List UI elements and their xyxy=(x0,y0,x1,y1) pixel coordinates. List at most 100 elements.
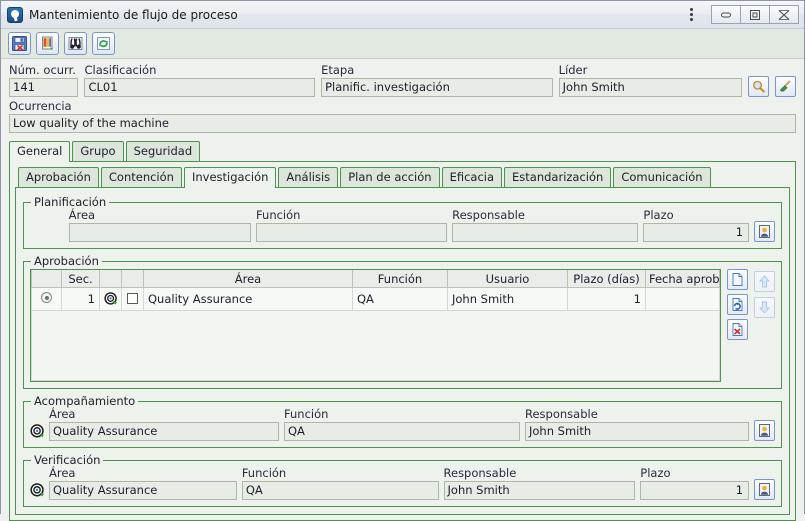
col-fecha-aprob[interactable]: Fecha aprob. xyxy=(645,270,720,288)
ocurrencia-input[interactable]: Low quality of the machine xyxy=(9,114,796,133)
clasificacion-input[interactable]: CL01 xyxy=(84,78,316,97)
row-checkbox[interactable] xyxy=(127,293,138,304)
minimize-icon xyxy=(721,12,731,17)
lider-search-button[interactable] xyxy=(747,76,769,97)
verificacion-target-icon[interactable] xyxy=(30,483,44,497)
acomp-funcion-input[interactable]: QA xyxy=(284,422,520,441)
row-area: Quality Assurance xyxy=(143,287,353,311)
num-ocurr-label: Núm. ocurr. xyxy=(9,63,76,77)
col-usuario[interactable]: Usuario xyxy=(447,270,568,288)
tab-estandarizacion[interactable]: Estandarización xyxy=(504,167,612,187)
num-ocurr-input[interactable]: 141 xyxy=(9,78,79,97)
verif-funcion-input[interactable]: QA xyxy=(241,481,439,500)
lider-input[interactable]: John Smith xyxy=(558,78,742,97)
verif-area-input[interactable]: Quality Assurance xyxy=(49,481,237,500)
field-acomp-area: Área Quality Assurance xyxy=(49,408,279,441)
attachment-button[interactable] xyxy=(36,32,59,55)
col-check[interactable] xyxy=(121,270,144,288)
table-header-row: Sec. Área Función Usuario Plazo (días) F… xyxy=(31,270,720,288)
move-up-button[interactable] xyxy=(754,271,775,292)
document-color-icon xyxy=(42,36,53,50)
col-select[interactable] xyxy=(31,270,62,288)
etapa-label: Etapa xyxy=(321,63,355,77)
row-fecha-aprob xyxy=(645,287,720,311)
save-button[interactable] xyxy=(8,32,31,55)
tab-comunicacion[interactable]: Comunicación xyxy=(613,167,711,187)
new-row-button[interactable] xyxy=(727,269,748,290)
tab-investigacion[interactable]: Investigación xyxy=(183,167,277,188)
col-plazo-dias[interactable]: Plazo (días) xyxy=(567,270,646,288)
tab-aprobacion[interactable]: Aprobación xyxy=(18,167,99,187)
plan-responsable-input[interactable] xyxy=(452,223,639,242)
field-verif-area: Área Quality Assurance xyxy=(49,467,237,500)
person-card-icon xyxy=(759,225,770,238)
tab-general[interactable]: General xyxy=(9,141,71,162)
col-sec[interactable]: Sec. xyxy=(61,270,100,288)
outer-tabstrip: General Grupo Seguridad xyxy=(1,140,804,162)
verif-plazo-input[interactable]: 1 xyxy=(640,481,750,500)
inner-tab-panel: Planificación Área Función Responsable P… xyxy=(15,187,790,515)
lider-label: Líder xyxy=(558,63,588,77)
edit-row-button[interactable] xyxy=(727,294,748,315)
row-sec: 1 xyxy=(61,287,100,311)
refresh-document-icon xyxy=(732,298,743,311)
aprobacion-grid[interactable]: Sec. Área Función Usuario Plazo (días) F… xyxy=(30,269,721,382)
tab-plan-de-accion[interactable]: Plan de acción xyxy=(340,167,440,187)
acompanamiento-target-icon[interactable] xyxy=(30,424,44,438)
col-icon[interactable] xyxy=(99,270,122,288)
field-verif-responsable: Responsable John Smith xyxy=(443,467,636,500)
refresh-button[interactable] xyxy=(92,32,115,55)
verif-responsable-input[interactable]: John Smith xyxy=(443,481,636,500)
plan-area-label: Área xyxy=(68,208,96,222)
etapa-input[interactable]: Planific. investigación xyxy=(321,78,553,97)
target-icon xyxy=(103,292,118,306)
aprobacion-content: Sec. Área Función Usuario Plazo (días) F… xyxy=(30,266,775,382)
move-down-button[interactable] xyxy=(754,297,775,318)
tab-contencion[interactable]: Contención xyxy=(100,167,182,187)
table-row[interactable]: 1 Quality Assurance QA John Smith 1 xyxy=(31,287,720,311)
group-verificacion: Verificación Área Quality Assurance Func… xyxy=(23,454,782,507)
field-plan-responsable: Responsable xyxy=(452,209,639,242)
acomp-responsable-picker-button[interactable] xyxy=(754,420,775,441)
verif-funcion-label: Función xyxy=(241,466,287,480)
row-check-cell[interactable] xyxy=(121,287,144,311)
find-button[interactable] xyxy=(64,32,87,55)
plan-area-input[interactable] xyxy=(68,223,252,242)
maximize-button[interactable] xyxy=(740,5,770,24)
field-plan-funcion: Función xyxy=(256,209,448,242)
tab-eficacia[interactable]: Eficacia xyxy=(441,167,503,187)
plan-responsable-picker-button[interactable] xyxy=(754,221,776,242)
table-row-empty xyxy=(31,310,720,381)
tab-analisis[interactable]: Análisis xyxy=(278,167,339,187)
verif-plazo-label: Plazo xyxy=(640,466,671,480)
ocurrencia-label: Ocurrencia xyxy=(9,99,72,113)
header-row-1: Núm. ocurr. 141 Clasificación CL01 Etapa… xyxy=(9,64,796,97)
minimize-button[interactable] xyxy=(711,5,741,24)
app-icon xyxy=(7,6,23,23)
close-button[interactable] xyxy=(769,5,799,24)
verif-responsable-picker-button[interactable] xyxy=(754,479,776,500)
field-etapa: Etapa Planific. investigación xyxy=(321,64,553,97)
more-options-button[interactable] xyxy=(680,5,702,25)
row-selected-radio[interactable] xyxy=(41,292,52,303)
col-area[interactable]: Área xyxy=(143,270,353,288)
floppy-disk-icon xyxy=(12,36,27,51)
col-funcion[interactable]: Función xyxy=(352,270,448,288)
acomp-responsable-input[interactable]: John Smith xyxy=(525,422,749,441)
row-selector-cell[interactable] xyxy=(31,287,62,311)
plan-plazo-input[interactable]: 1 xyxy=(643,223,750,242)
header-fields: Núm. ocurr. 141 Clasificación CL01 Etapa… xyxy=(1,59,804,133)
delete-row-button[interactable] xyxy=(727,319,748,340)
field-num-ocurr: Núm. ocurr. 141 xyxy=(9,63,79,97)
field-acomp-responsable: Responsable John Smith xyxy=(525,408,749,441)
window-title: Mantenimiento de flujo de proceso xyxy=(29,7,238,22)
row-target-cell[interactable] xyxy=(99,287,122,311)
window-controls xyxy=(711,5,799,24)
tab-grupo[interactable]: Grupo xyxy=(72,141,124,161)
row-action-buttons xyxy=(727,269,748,340)
field-clasificacion: Clasificación CL01 xyxy=(84,64,316,97)
plan-funcion-input[interactable] xyxy=(256,223,448,242)
lider-clear-button[interactable] xyxy=(774,76,796,97)
acomp-area-input[interactable]: Quality Assurance xyxy=(49,422,279,441)
tab-seguridad[interactable]: Seguridad xyxy=(125,141,201,161)
